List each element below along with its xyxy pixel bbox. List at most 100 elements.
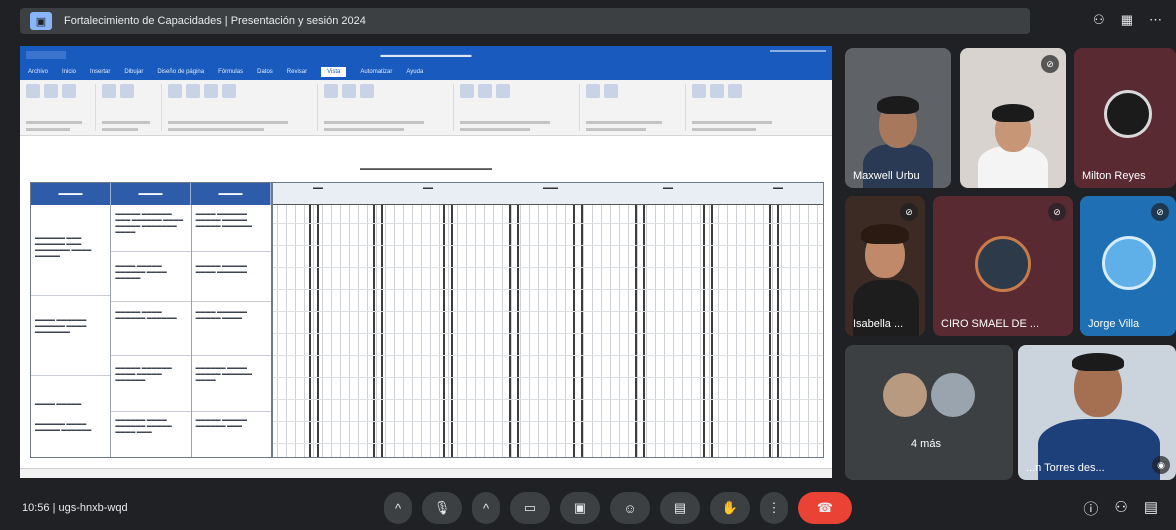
week-divider xyxy=(581,205,583,457)
ribbon-tab-active[interactable]: Vista xyxy=(321,67,347,77)
shared-screen-excel: ▬▬▬▬▬▬▬▬▬▬▬▬▬ Archivo Inicio Insertar Di… xyxy=(20,46,832,478)
ribbon-tab[interactable]: Archivo xyxy=(28,69,48,75)
grid-line xyxy=(304,205,305,457)
grid-line xyxy=(273,399,823,400)
ribbon-button-icon[interactable] xyxy=(710,84,724,98)
more-participants-tile[interactable]: 4 más xyxy=(845,345,1013,480)
grid-line xyxy=(628,205,629,457)
ribbon-button-icon[interactable] xyxy=(102,84,116,98)
grid-line xyxy=(484,205,485,457)
participant-tile[interactable]: ⊘ Jorge Villa xyxy=(1080,196,1176,336)
ribbon-button-icon[interactable] xyxy=(586,84,600,98)
grid-icon[interactable]: ▦ xyxy=(1121,12,1133,28)
present-icon: ▣ xyxy=(30,12,52,30)
worksheet[interactable]: ▬▬▬▬▬▬▬▬▬▬▬▬▬▬▬▬▬▬▬▬▬▬ ▬▬▬▬ ▬▬▬▬ ▬▬▬▬ ▬▬… xyxy=(20,136,832,478)
ribbon-button-icon[interactable] xyxy=(204,84,218,98)
ribbon-tab[interactable]: Datos xyxy=(257,69,273,75)
people-icon[interactable]: ⚇ xyxy=(1114,498,1127,519)
grid-line xyxy=(718,205,719,457)
participant-tile[interactable]: ⊘ Isabella ... xyxy=(845,196,925,336)
end-call-icon[interactable]: ☎ xyxy=(798,492,852,524)
more-vert-icon[interactable]: ⋮ xyxy=(760,492,788,524)
quick-access-toolbar xyxy=(26,51,66,59)
grid-line xyxy=(430,205,431,457)
ribbon-tab[interactable]: Automatizar xyxy=(360,69,392,75)
grid-line xyxy=(412,205,413,457)
sheet-title-blurred: ▬▬▬▬▬▬▬▬▬▬▬▬▬▬▬▬▬▬▬▬▬▬ xyxy=(360,166,492,172)
emoji-icon[interactable]: ☺ xyxy=(610,492,650,524)
grid-line xyxy=(273,289,823,290)
ribbon-tab[interactable]: Insertar xyxy=(90,69,110,75)
ribbon-tab[interactable]: Revisar xyxy=(287,69,307,75)
table-column: ▬▬▬▬▬▬ ▬▬▬ ▬▬▬▬▬▬ ▬▬▬ ▬▬▬▬▬▬▬ ▬▬▬▬ ▬▬▬▬▬… xyxy=(31,205,112,457)
grid-line xyxy=(520,205,521,457)
ribbon-button-icon[interactable] xyxy=(728,84,742,98)
grid-line xyxy=(358,205,359,457)
ribbon-button-icon[interactable] xyxy=(26,84,40,98)
participant-tile[interactable]: Milton Reyes xyxy=(1074,48,1176,188)
more-icon[interactable]: ⋯ xyxy=(1149,12,1162,28)
participant-tile[interactable]: ⊘ xyxy=(960,48,1066,188)
present-icon[interactable]: ▣ xyxy=(560,492,600,524)
participant-tile[interactable]: ⊘ CIRO SMAEL DE ... xyxy=(933,196,1073,336)
ribbon-button-icon[interactable] xyxy=(460,84,474,98)
people-icon[interactable]: ⚇ xyxy=(1093,12,1105,28)
captions-icon[interactable]: ▤ xyxy=(660,492,700,524)
week-divider xyxy=(309,205,311,457)
grid-line xyxy=(273,377,823,378)
ribbon-tab[interactable]: Ayuda xyxy=(406,69,423,75)
ribbon-button-icon[interactable] xyxy=(692,84,706,98)
grid-line xyxy=(637,205,638,457)
grid-line xyxy=(421,205,422,457)
grid-line xyxy=(619,205,620,457)
participant-video xyxy=(978,146,1048,188)
hand-icon[interactable]: ✋ xyxy=(710,492,750,524)
camera-icon[interactable]: ▭ xyxy=(510,492,550,524)
ribbon-tab[interactable]: Fórmulas xyxy=(218,69,243,75)
grid-line xyxy=(556,205,557,457)
grid-line xyxy=(610,205,611,457)
week-divider xyxy=(517,205,519,457)
grid-line xyxy=(273,267,823,268)
ribbon-button-icon[interactable] xyxy=(496,84,510,98)
mic-muted-icon: ⊘ xyxy=(1041,55,1059,73)
grid-line xyxy=(313,205,314,457)
chat-icon[interactable]: ▤ xyxy=(1144,498,1158,519)
mic-icon[interactable]: 🎙 xyxy=(422,492,462,524)
ribbon-tab[interactable]: Diseño de página xyxy=(157,69,204,75)
ribbon-button-icon[interactable] xyxy=(186,84,200,98)
ribbon-button-icon[interactable] xyxy=(222,84,236,98)
participant-hair xyxy=(1072,353,1124,371)
ribbon-button-icon[interactable] xyxy=(120,84,134,98)
grid-line xyxy=(808,205,809,457)
ribbon-button-icon[interactable] xyxy=(44,84,58,98)
ribbon-button-icon[interactable] xyxy=(360,84,374,98)
grid-line xyxy=(547,205,548,457)
week-divider xyxy=(711,205,713,457)
ribbon-button-icon[interactable] xyxy=(62,84,76,98)
week-divider xyxy=(635,205,637,457)
ribbon-tab[interactable]: Dibujar xyxy=(124,69,143,75)
ribbon-button-icon[interactable] xyxy=(168,84,182,98)
participant-tile[interactable]: ...n Torres des... ◉ xyxy=(1018,345,1176,480)
grid-line xyxy=(772,205,773,457)
ribbon-button-icon[interactable] xyxy=(478,84,492,98)
ribbon-button-icon[interactable] xyxy=(342,84,356,98)
info-icon[interactable]: ⓘ xyxy=(1083,498,1098,519)
grid-line xyxy=(781,205,782,457)
grid-line xyxy=(273,355,823,356)
participant-name: Isabella ... xyxy=(853,318,904,330)
call-controls: ^ 🎙 ^ ▭ ▣ ☺ ▤ ✋ ⋮ ☎ xyxy=(384,492,852,524)
excel-filename: ▬▬▬▬▬▬▬▬▬▬▬▬▬ xyxy=(380,51,472,59)
ribbon-button-icon[interactable] xyxy=(604,84,618,98)
ribbon-tab[interactable]: Inicio xyxy=(62,69,76,75)
gantt-timeline-body xyxy=(273,205,823,457)
participant-tile[interactable]: Maxwell Urbu xyxy=(845,48,951,188)
chevron-icon[interactable]: ^ xyxy=(472,492,500,524)
ribbon-group xyxy=(26,84,96,131)
presentation-banner[interactable]: ▣ Fortalecimiento de Capacidades | Prese… xyxy=(20,8,1030,34)
mic-muted-icon: ⊘ xyxy=(900,203,918,221)
chevron-icon[interactable]: ^ xyxy=(384,492,412,524)
mic-muted-icon: ⊘ xyxy=(1151,203,1169,221)
ribbon-button-icon[interactable] xyxy=(324,84,338,98)
